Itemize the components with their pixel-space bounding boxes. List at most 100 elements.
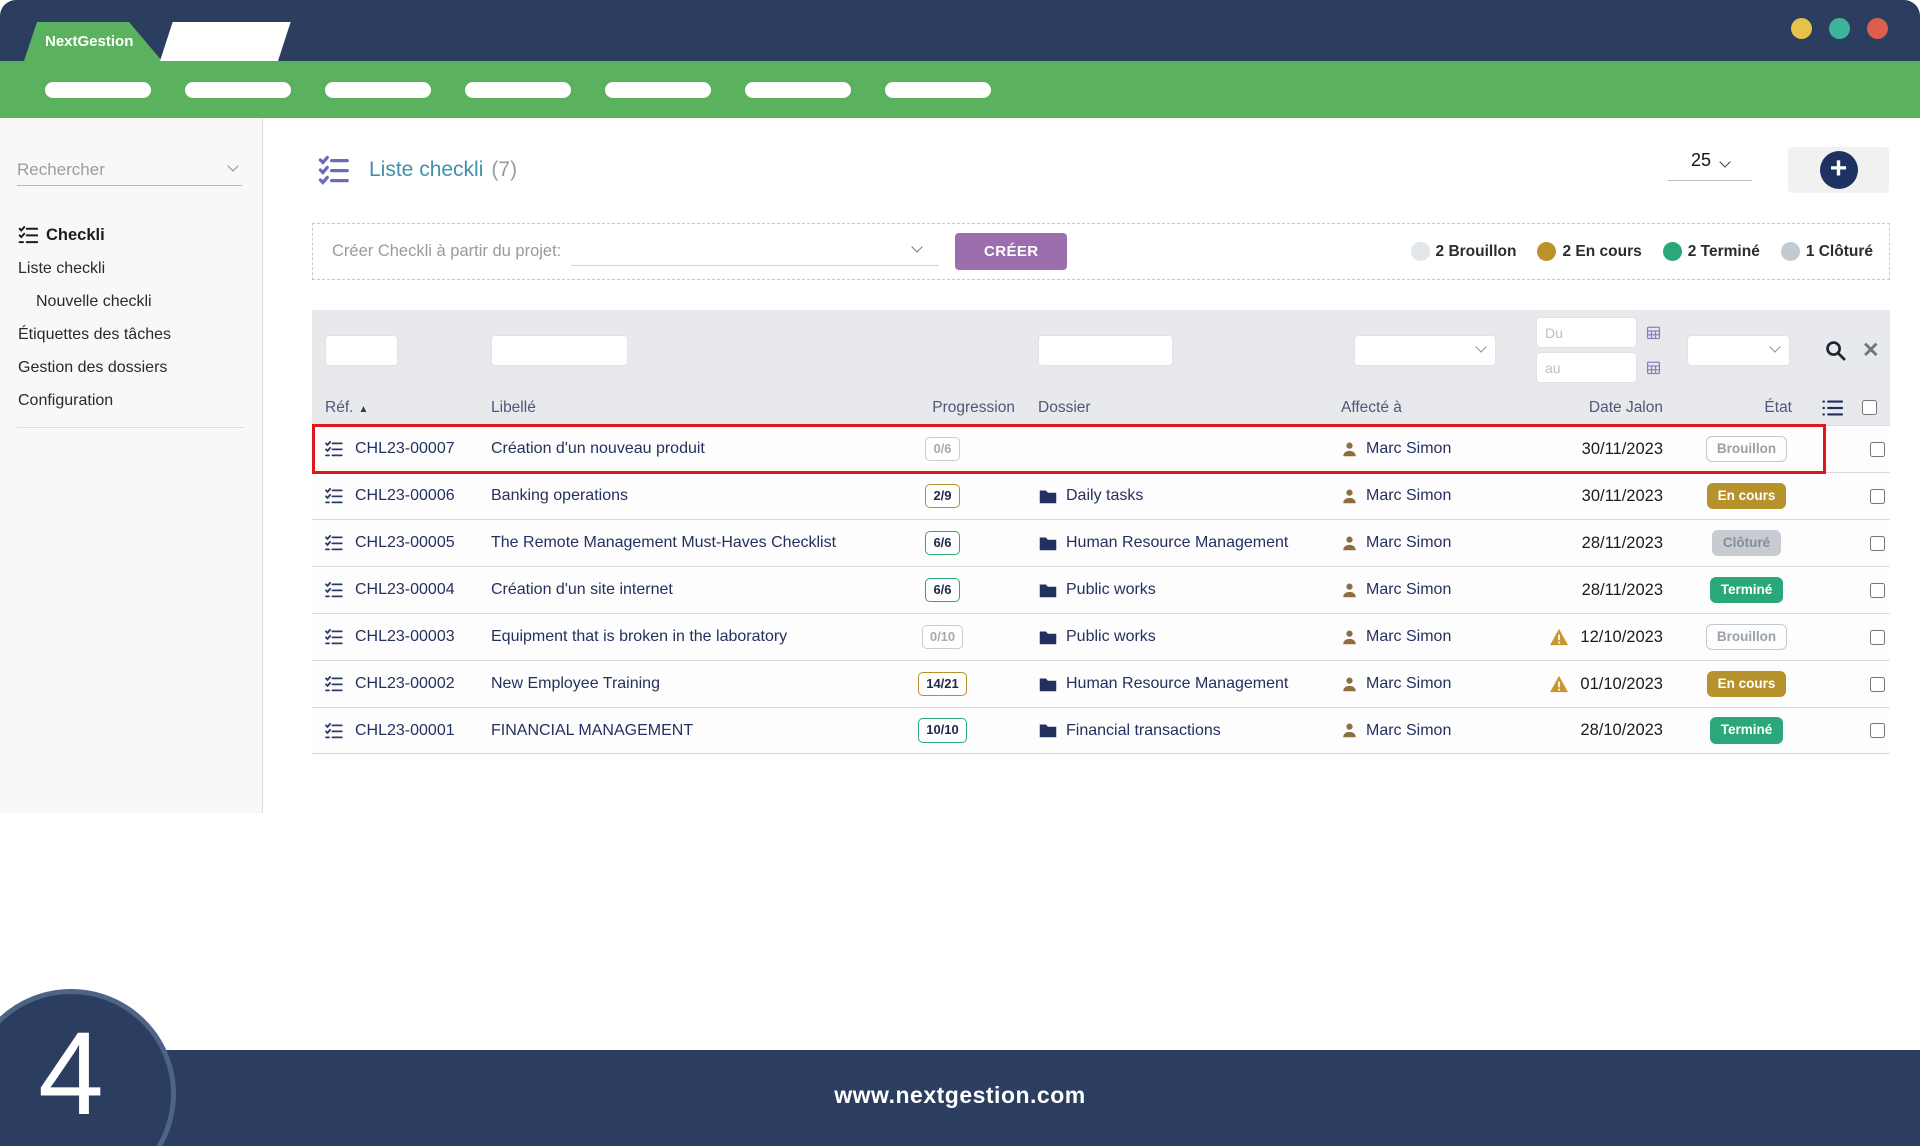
sidebar-section-label: Checkli	[46, 226, 105, 245]
state-badge: Brouillon	[1706, 624, 1787, 650]
row-checkbox[interactable]	[1870, 536, 1885, 551]
table-row[interactable]: CHL23-00007 Création d'un nouveau produi…	[312, 425, 1890, 472]
search-icon[interactable]	[1824, 339, 1847, 362]
row-assignee[interactable]: Marc Simon	[1330, 581, 1520, 599]
calendar-icon[interactable]	[1646, 360, 1661, 375]
row-assignee[interactable]: Marc Simon	[1330, 675, 1520, 693]
folder-icon	[1039, 489, 1057, 504]
column-header-etat[interactable]: État	[1675, 399, 1818, 417]
nav-menu-item[interactable]	[605, 82, 711, 98]
sidebar-section-checkli[interactable]: Checkli	[18, 218, 244, 252]
nav-menu-item[interactable]	[185, 82, 291, 98]
progress-badge: 6/6	[925, 531, 959, 555]
row-dossier[interactable]: Human Resource Management	[1025, 534, 1330, 552]
sidebar-item-liste-checkli[interactable]: Liste checkli	[18, 252, 244, 285]
row-assignee[interactable]: Marc Simon	[1330, 722, 1520, 740]
row-assignee[interactable]: Marc Simon	[1330, 628, 1520, 646]
row-checkbox[interactable]	[1870, 677, 1885, 692]
row-ref[interactable]: CHL23-00005	[346, 534, 476, 552]
table-row[interactable]: CHL23-00003 Equipment that is broken in …	[312, 613, 1890, 660]
row-assignee[interactable]: Marc Simon	[1330, 534, 1520, 552]
legend-status-dot	[1537, 242, 1556, 261]
row-ref[interactable]: CHL23-00004	[346, 581, 476, 599]
sidebar-search-select[interactable]: Rechercher	[17, 154, 242, 186]
row-dossier[interactable]: Daily tasks	[1025, 487, 1330, 505]
progress-badge: 6/6	[925, 578, 959, 602]
row-checkbox[interactable]	[1870, 442, 1885, 457]
row-label[interactable]: The Remote Management Must-Haves Checkli…	[476, 534, 905, 552]
nav-menu-item[interactable]	[885, 82, 991, 98]
row-label[interactable]: New Employee Training	[476, 675, 905, 693]
filter-date-from-input[interactable]	[1536, 317, 1637, 348]
row-label[interactable]: Création d'un site internet	[476, 581, 905, 599]
row-assignee[interactable]: Marc Simon	[1330, 440, 1520, 458]
legend-item: 1 Clôturé	[1781, 242, 1873, 261]
state-badge: Terminé	[1710, 717, 1784, 743]
column-header-affecte-a[interactable]: Affecté à	[1330, 399, 1520, 417]
row-dossier[interactable]: Public works	[1025, 581, 1330, 599]
add-checklist-button[interactable]: +	[1820, 151, 1858, 189]
nav-menu-item[interactable]	[45, 82, 151, 98]
table-row[interactable]: CHL23-00005 The Remote Management Must-H…	[312, 519, 1890, 566]
filter-date-range	[1536, 317, 1675, 383]
filter-state-select[interactable]	[1687, 335, 1790, 366]
row-dossier[interactable]: Human Resource Management	[1025, 675, 1330, 693]
filter-ref-input[interactable]	[325, 335, 398, 366]
window-dot[interactable]	[1791, 18, 1812, 39]
project-select[interactable]	[571, 238, 939, 266]
sidebar-item-gestion-des-dossiers[interactable]: Gestion des dossiers	[18, 351, 244, 384]
sidebar-item-nouvelle-checkli[interactable]: Nouvelle checkli	[18, 285, 244, 318]
nav-menu-item[interactable]	[745, 82, 851, 98]
row-label[interactable]: Création d'un nouveau produit	[476, 440, 905, 458]
column-header-progression[interactable]: Progression	[905, 399, 1025, 417]
sidebar-item--tiquettes-des-t-ches[interactable]: Étiquettes des tâches	[18, 318, 244, 351]
main-navbar	[0, 61, 1920, 118]
create-button[interactable]: CRÉER	[955, 233, 1067, 270]
table-row[interactable]: CHL23-00004 Création d'un site internet …	[312, 566, 1890, 613]
row-ref[interactable]: CHL23-00003	[346, 628, 476, 646]
table-row[interactable]: CHL23-00006 Banking operations 2/9 Daily…	[312, 472, 1890, 519]
person-icon	[1341, 488, 1358, 505]
page-size-select[interactable]: 25	[1668, 150, 1752, 181]
clear-filters-icon[interactable]: ✕	[1862, 340, 1880, 361]
column-header-date-jalon[interactable]: Date Jalon	[1520, 399, 1675, 417]
calendar-icon[interactable]	[1646, 325, 1661, 340]
row-checkbox[interactable]	[1870, 630, 1885, 645]
top-window-bar: NextGestion	[0, 0, 1920, 61]
window-dot[interactable]	[1867, 18, 1888, 39]
column-header-ref[interactable]: Réf.▲	[312, 399, 476, 417]
row-label[interactable]: Banking operations	[476, 487, 905, 505]
chevron-down-icon	[1475, 341, 1486, 352]
person-icon	[1341, 441, 1358, 458]
filter-date-to-input[interactable]	[1536, 352, 1637, 383]
list-view-icon[interactable]	[1822, 399, 1843, 417]
row-ref[interactable]: CHL23-00002	[346, 675, 476, 693]
column-header-libelle[interactable]: Libellé	[476, 399, 905, 417]
row-dossier[interactable]: Public works	[1025, 628, 1330, 646]
nav-menu-item[interactable]	[465, 82, 571, 98]
row-checkbox[interactable]	[1870, 723, 1885, 738]
column-header-dossier[interactable]: Dossier	[1025, 399, 1330, 417]
filter-label-input[interactable]	[491, 335, 628, 366]
page-title: Liste checkli (7)	[317, 155, 517, 185]
sidebar-item-configuration[interactable]: Configuration	[18, 384, 244, 417]
filter-dossier-input[interactable]	[1038, 335, 1173, 366]
row-ref[interactable]: CHL23-00001	[346, 722, 476, 740]
table-row[interactable]: CHL23-00002 New Employee Training 14/21 …	[312, 660, 1890, 707]
row-checkbox[interactable]	[1870, 583, 1885, 598]
row-label[interactable]: Equipment that is broken in the laborato…	[476, 628, 905, 646]
row-label[interactable]: FINANCIAL MANAGEMENT	[476, 722, 905, 740]
row-dossier[interactable]: Financial transactions	[1025, 722, 1330, 740]
window-dot[interactable]	[1829, 18, 1850, 39]
nav-menu-item[interactable]	[325, 82, 431, 98]
select-all-checkbox[interactable]	[1862, 400, 1877, 415]
footer-bar: www.nextgestion.com	[0, 1050, 1920, 1146]
row-assignee[interactable]: Marc Simon	[1330, 487, 1520, 505]
row-ref[interactable]: CHL23-00006	[346, 487, 476, 505]
row-checkbox[interactable]	[1870, 489, 1885, 504]
table-row[interactable]: CHL23-00001 FINANCIAL MANAGEMENT 10/10 F…	[312, 707, 1890, 754]
table-header-row: Réf.▲ Libellé Progression Dossier Affect…	[312, 390, 1890, 425]
row-ref[interactable]: CHL23-00007	[346, 440, 476, 458]
progress-badge: 2/9	[925, 484, 959, 508]
filter-assignee-select[interactable]	[1354, 335, 1496, 366]
